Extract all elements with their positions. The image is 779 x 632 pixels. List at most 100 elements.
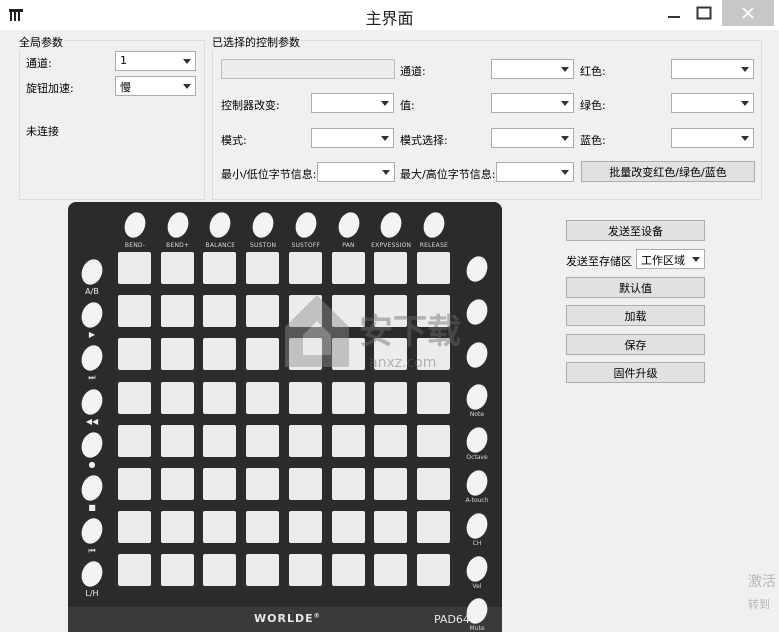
pad-button[interactable]: [331, 468, 365, 500]
pad-button[interactable]: [246, 511, 280, 544]
pad-button[interactable]: [203, 338, 237, 371]
left-side-knob[interactable]: [78, 299, 106, 331]
pad-button[interactable]: [374, 424, 408, 457]
pad-button[interactable]: [246, 424, 280, 457]
left-side-knob[interactable]: [78, 342, 106, 375]
value-select[interactable]: [491, 93, 574, 113]
red-select[interactable]: [671, 59, 754, 79]
controller-change-select[interactable]: [311, 93, 394, 113]
min-low-byte-select[interactable]: [317, 162, 395, 182]
pad-button[interactable]: [331, 381, 365, 414]
name-field[interactable]: [221, 59, 395, 79]
right-side-knob[interactable]: [463, 552, 491, 585]
pad-button[interactable]: [203, 424, 237, 457]
pad-button[interactable]: [203, 252, 237, 284]
pad-button[interactable]: [416, 468, 450, 500]
pad-button[interactable]: [160, 468, 194, 500]
max-high-byte-select[interactable]: [496, 162, 574, 182]
firmware-upgrade-button[interactable]: 固件升级: [566, 362, 705, 383]
close-button[interactable]: [722, 0, 774, 26]
right-side-knob[interactable]: [463, 253, 491, 285]
top-knob[interactable]: [163, 209, 192, 241]
right-side-knob[interactable]: [463, 424, 491, 456]
top-knob[interactable]: [420, 209, 448, 241]
right-side-knob[interactable]: [463, 467, 491, 499]
pad-button[interactable]: [118, 468, 151, 500]
pad-button[interactable]: [246, 338, 280, 371]
pad-button[interactable]: [160, 511, 194, 544]
send-to-device-button[interactable]: 发送至设备: [566, 220, 705, 241]
right-side-knob[interactable]: [463, 510, 491, 542]
right-side-knob[interactable]: [463, 381, 491, 414]
defaults-button[interactable]: 默认值: [566, 277, 705, 298]
pad-button[interactable]: [118, 554, 151, 587]
pad-button[interactable]: [331, 511, 365, 544]
pad-button[interactable]: [416, 424, 450, 457]
mode-choice-select[interactable]: [491, 128, 574, 148]
green-select[interactable]: [671, 93, 754, 113]
left-side-knob[interactable]: [78, 256, 106, 288]
pad-button[interactable]: [331, 252, 365, 284]
pad-button[interactable]: [203, 295, 237, 328]
top-knob[interactable]: [249, 209, 277, 241]
pad-button[interactable]: [288, 511, 322, 544]
pad-button[interactable]: [374, 381, 408, 414]
top-knob[interactable]: [121, 209, 149, 241]
pad-button[interactable]: [160, 295, 194, 328]
left-side-knob[interactable]: [78, 515, 106, 547]
pad-button[interactable]: [416, 511, 450, 544]
pad-button[interactable]: [118, 511, 151, 544]
pad-button[interactable]: [416, 554, 450, 587]
pad-button[interactable]: [160, 424, 194, 457]
pad-button[interactable]: [288, 468, 322, 500]
storage-area-select[interactable]: 工作区域: [636, 249, 705, 269]
top-knob[interactable]: [291, 209, 320, 241]
pad-button[interactable]: [416, 381, 450, 414]
batch-color-button[interactable]: 批量改变红色/绿色/蓝色: [581, 161, 755, 182]
pad-button[interactable]: [160, 338, 194, 371]
pad-button[interactable]: [118, 252, 151, 284]
pad-button[interactable]: [331, 424, 365, 457]
pad-button[interactable]: [118, 338, 151, 371]
maximize-button[interactable]: [688, 0, 720, 26]
top-knob[interactable]: [377, 209, 406, 241]
blue-select[interactable]: [671, 128, 754, 148]
pad-button[interactable]: [246, 554, 280, 587]
top-knob[interactable]: [334, 209, 363, 241]
pad-button[interactable]: [160, 554, 194, 587]
save-button[interactable]: 保存: [566, 334, 705, 355]
pad-button[interactable]: [246, 252, 280, 284]
pad-button[interactable]: [374, 554, 408, 587]
pad-button[interactable]: [246, 468, 280, 500]
pad-button[interactable]: [246, 381, 280, 414]
pad-button[interactable]: [416, 252, 450, 284]
pad-button[interactable]: [288, 381, 322, 414]
left-side-knob[interactable]: [78, 558, 106, 591]
selected-channel-select[interactable]: [491, 59, 574, 79]
pad-button[interactable]: [246, 295, 280, 328]
pad-button[interactable]: [288, 424, 322, 457]
pad-button[interactable]: [374, 468, 408, 500]
minimize-button[interactable]: [658, 0, 690, 26]
pad-button[interactable]: [118, 424, 151, 457]
pad-button[interactable]: [203, 554, 237, 587]
left-side-knob[interactable]: [78, 429, 106, 461]
mode-select[interactable]: [311, 128, 394, 148]
pad-button[interactable]: [160, 252, 194, 284]
pad-button[interactable]: [203, 511, 237, 544]
pad-button[interactable]: [331, 554, 365, 587]
pad-button[interactable]: [203, 381, 237, 414]
pad-button[interactable]: [374, 511, 408, 544]
pad-button[interactable]: [288, 252, 322, 284]
pad-button[interactable]: [160, 381, 194, 414]
load-button[interactable]: 加载: [566, 305, 705, 326]
left-side-knob[interactable]: [78, 472, 106, 504]
pad-button[interactable]: [374, 252, 408, 284]
knob-accel-select[interactable]: 慢: [115, 76, 196, 96]
pad-button[interactable]: [118, 381, 151, 414]
pad-button[interactable]: [118, 295, 151, 328]
global-channel-select[interactable]: 1: [115, 51, 196, 71]
pad-button[interactable]: [288, 554, 322, 587]
top-knob[interactable]: [206, 209, 235, 241]
pad-button[interactable]: [203, 468, 237, 500]
